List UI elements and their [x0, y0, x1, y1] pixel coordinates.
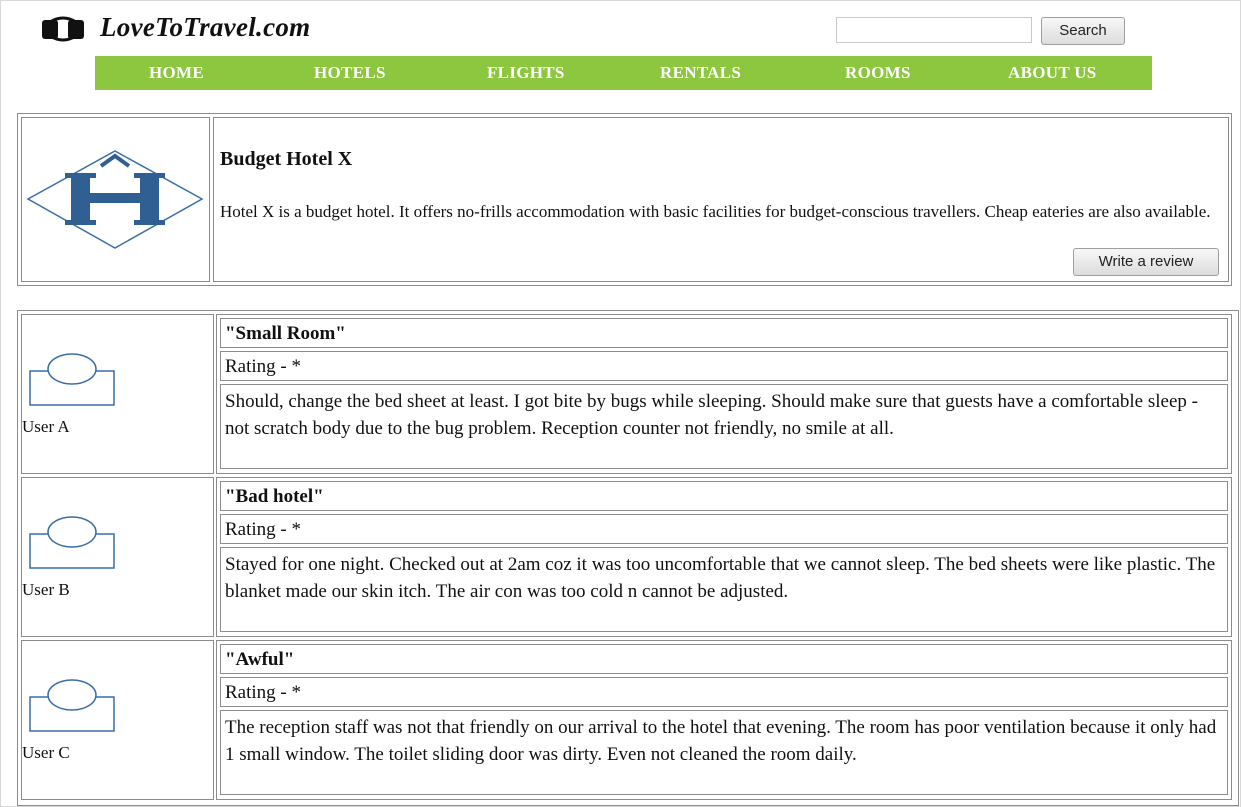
review-user-name: User B: [22, 580, 70, 599]
hotel-h-logo-icon: [26, 150, 204, 249]
review-rating: Rating - *: [220, 351, 1228, 381]
nav-rentals[interactable]: RENTALS: [660, 56, 741, 90]
hotel-description: Hotel X is a budget hotel. It offers no-…: [220, 202, 1211, 221]
user-avatar-icon: [29, 516, 115, 569]
nav-flights[interactable]: FLIGHTS: [487, 56, 565, 90]
user-avatar-icon: [29, 353, 115, 406]
review-user-cell: User C: [21, 640, 214, 800]
review-user-cell: User B: [21, 477, 214, 637]
review-text: Should, change the bed sheet at least. I…: [220, 384, 1228, 469]
review-text: Stayed for one night. Checked out at 2am…: [220, 547, 1228, 632]
nav-home[interactable]: HOME: [149, 56, 204, 90]
main-nav: HOME HOTELS FLIGHTS RENTALS ROOMS ABOUT …: [95, 56, 1152, 90]
review-content-cell: "Small Room" Rating - * Should, change t…: [216, 314, 1232, 474]
hotel-details-table: Budget Hotel X Hotel X is a budget hotel…: [17, 113, 1232, 286]
review-user-cell: User A: [21, 314, 214, 474]
reviews-table: User A "Small Room" Rating - * Should, c…: [17, 310, 1239, 806]
hotel-logo-cell: [21, 117, 210, 282]
nav-hotels[interactable]: HOTELS: [314, 56, 386, 90]
hotel-name: Budget Hotel X: [220, 148, 353, 170]
review-rating: Rating - *: [220, 677, 1228, 707]
hotel-info-cell: Budget Hotel X Hotel X is a budget hotel…: [213, 117, 1229, 282]
user-avatar-icon: [29, 679, 115, 732]
review-content-cell: "Awful" Rating - * The reception staff w…: [216, 640, 1232, 800]
review-content-cell: "Bad hotel" Rating - * Stayed for one ni…: [216, 477, 1232, 637]
nav-about-us[interactable]: ABOUT US: [1008, 56, 1097, 90]
site-title[interactable]: LoveToTravel.com: [100, 12, 310, 43]
review-title: "Small Room": [220, 318, 1228, 348]
suitcase-logo-icon: [42, 16, 84, 42]
review-user-name: User A: [22, 417, 70, 436]
review-text: The reception staff was not that friendl…: [220, 710, 1228, 795]
review-title: "Awful": [220, 644, 1228, 674]
write-review-button[interactable]: Write a review: [1073, 248, 1219, 276]
review-rating: Rating - *: [220, 514, 1228, 544]
review-title: "Bad hotel": [220, 481, 1228, 511]
review-user-name: User C: [22, 743, 70, 762]
search-button[interactable]: Search: [1041, 17, 1125, 45]
nav-rooms[interactable]: ROOMS: [845, 56, 911, 90]
search-input[interactable]: [836, 17, 1032, 43]
